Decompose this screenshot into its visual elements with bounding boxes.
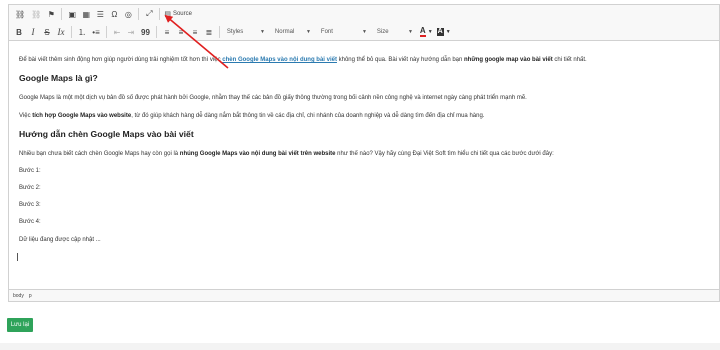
chevron-down-icon: ▼	[361, 29, 367, 35]
align-center-icon[interactable]: ≡	[175, 24, 187, 40]
paragraph-1: Google Maps là một một dịch vụ bản đồ số…	[19, 95, 527, 101]
toolbar-separator	[155, 26, 157, 38]
toolbar-row-2: B I S Ix ⒈ •≡ ⇤ ⇥ 99 ≡ ≡ ≡ ≣ Styles ▼ No…	[13, 24, 455, 40]
toolbar-separator	[138, 8, 140, 20]
intro-text-end: chi tiết nhất.	[552, 57, 587, 63]
heading-google-maps: Google Maps là gì?	[19, 73, 98, 83]
path-body[interactable]: body	[13, 293, 24, 299]
toolbar-separator	[71, 26, 72, 38]
step-2: Bước 2:	[19, 185, 41, 191]
rich-text-editor: ⛓ ⛓ ⚑ ▣ ▦ ☰ Ω ◎ ⤢ ▤ Source B I S Ix ⒈ •≡…	[8, 4, 720, 302]
p3-text-end: như thế nào? Vậy hãy cùng Đại Việt Soft …	[335, 151, 554, 157]
intro-text-mid: không thể bỏ qua. Bài viết này hướng dẫn…	[336, 57, 465, 63]
format-label: Normal	[274, 29, 295, 35]
source-button[interactable]: ▤ Source	[164, 10, 192, 18]
align-right-icon[interactable]: ≡	[189, 24, 201, 40]
chevron-down-icon: ▼	[445, 29, 451, 35]
table-icon[interactable]: ▦	[80, 6, 92, 22]
toolbar-separator	[61, 8, 63, 20]
p3-text: Nhiều bạn chưa biết cách chèn Google Map…	[19, 151, 180, 157]
paragraph-3: Nhiều bạn chưa biết cách chèn Google Map…	[19, 150, 554, 159]
font-label: Font	[320, 29, 333, 35]
maximize-icon[interactable]: ⤢	[143, 6, 155, 22]
element-path-bar: body p	[9, 289, 719, 301]
numbered-list-icon[interactable]: ⒈	[76, 24, 88, 40]
blockquote-button[interactable]: 99	[139, 24, 152, 40]
bold-button[interactable]: B	[13, 24, 25, 40]
size-label: Size	[376, 29, 389, 35]
iframe-icon[interactable]: ◎	[122, 6, 134, 22]
italic-button[interactable]: I	[27, 24, 39, 40]
intro-paragraph: Để bài viết thêm sinh động hơn giúp ngườ…	[19, 56, 587, 65]
step-1: Bước 1:	[19, 168, 41, 174]
updating-note: Dữ liệu đang được cập nhật ...	[19, 237, 101, 243]
page: ⛓ ⛓ ⚑ ▣ ▦ ☰ Ω ◎ ⤢ ▤ Source B I S Ix ⒈ •≡…	[0, 0, 720, 350]
bg-color-icon: A	[436, 28, 444, 36]
styles-dropdown[interactable]: Styles ▼	[224, 25, 268, 39]
p2-text: Việc	[19, 113, 33, 119]
toolbar-separator	[106, 26, 107, 38]
remove-format-icon[interactable]: Ix	[55, 24, 67, 40]
bulleted-list-icon[interactable]: •≡	[90, 24, 102, 40]
font-dropdown[interactable]: Font ▼	[318, 25, 370, 39]
source-icon: ▤	[164, 11, 171, 18]
unlink-icon[interactable]: ⛓	[29, 6, 43, 22]
chevron-down-icon: ▼	[305, 29, 311, 35]
step-4: Bước 4:	[19, 219, 41, 225]
styles-label: Styles	[226, 29, 244, 35]
format-dropdown[interactable]: Normal ▼	[272, 25, 314, 39]
heading-guide: Hướng dẫn chèn Google Maps vào bài viết	[19, 129, 194, 139]
intro-text: Để bài viết thêm sinh động hơn giúp ngườ…	[19, 57, 223, 63]
horizontal-line-icon[interactable]: ☰	[94, 6, 106, 22]
step-3: Bước 3:	[19, 202, 41, 208]
chevron-down-icon: ▼	[259, 29, 265, 35]
size-dropdown[interactable]: Size ▼	[374, 25, 416, 39]
toolbar-row-1: ⛓ ⛓ ⚑ ▣ ▦ ☰ Ω ◎ ⤢ ▤ Source	[13, 6, 192, 22]
link-icon[interactable]: ⛓	[13, 6, 27, 22]
source-label: Source	[172, 11, 192, 17]
p2-bold: tích hợp Google Maps vào website	[32, 113, 132, 119]
anchor-flag-icon[interactable]: ⚑	[45, 6, 57, 22]
strikethrough-button[interactable]: S	[41, 24, 53, 40]
save-button[interactable]: Lưu lại	[7, 318, 33, 332]
intro-link[interactable]: chèn Google Maps vào nội dung bài viết	[222, 57, 337, 63]
toolbar-separator	[159, 8, 161, 20]
intro-bold: những google map vào bài viết	[464, 57, 553, 63]
text-color-icon: A	[419, 26, 426, 37]
chevron-down-icon: ▼	[407, 29, 413, 35]
paragraph-2: Việc tích hợp Google Maps vào website, t…	[19, 112, 484, 121]
path-p[interactable]: p	[29, 293, 32, 299]
special-char-icon[interactable]: Ω	[108, 6, 120, 22]
p3-bold: nhúng Google Maps vào nội dung bài viết …	[179, 151, 336, 157]
outdent-icon[interactable]: ⇤	[111, 24, 123, 40]
bg-color-button[interactable]: A ▼	[436, 28, 451, 36]
text-cursor	[17, 253, 18, 261]
toolbar-separator	[218, 26, 220, 38]
editor-panel: ⛓ ⛓ ⚑ ▣ ▦ ☰ Ω ◎ ⤢ ▤ Source B I S Ix ⒈ •≡…	[0, 0, 720, 343]
indent-icon[interactable]: ⇥	[125, 24, 137, 40]
image-icon[interactable]: ▣	[66, 6, 78, 22]
p2-text-end: , từ đó giúp khách hàng dễ dàng nắm bắt …	[131, 113, 485, 119]
align-left-icon[interactable]: ≡	[161, 24, 173, 40]
editor-toolbar: ⛓ ⛓ ⚑ ▣ ▦ ☰ Ω ◎ ⤢ ▤ Source B I S Ix ⒈ •≡…	[9, 5, 719, 41]
text-color-button[interactable]: A ▼	[419, 26, 433, 37]
align-justify-icon[interactable]: ≣	[203, 24, 215, 40]
chevron-down-icon: ▼	[427, 29, 433, 35]
